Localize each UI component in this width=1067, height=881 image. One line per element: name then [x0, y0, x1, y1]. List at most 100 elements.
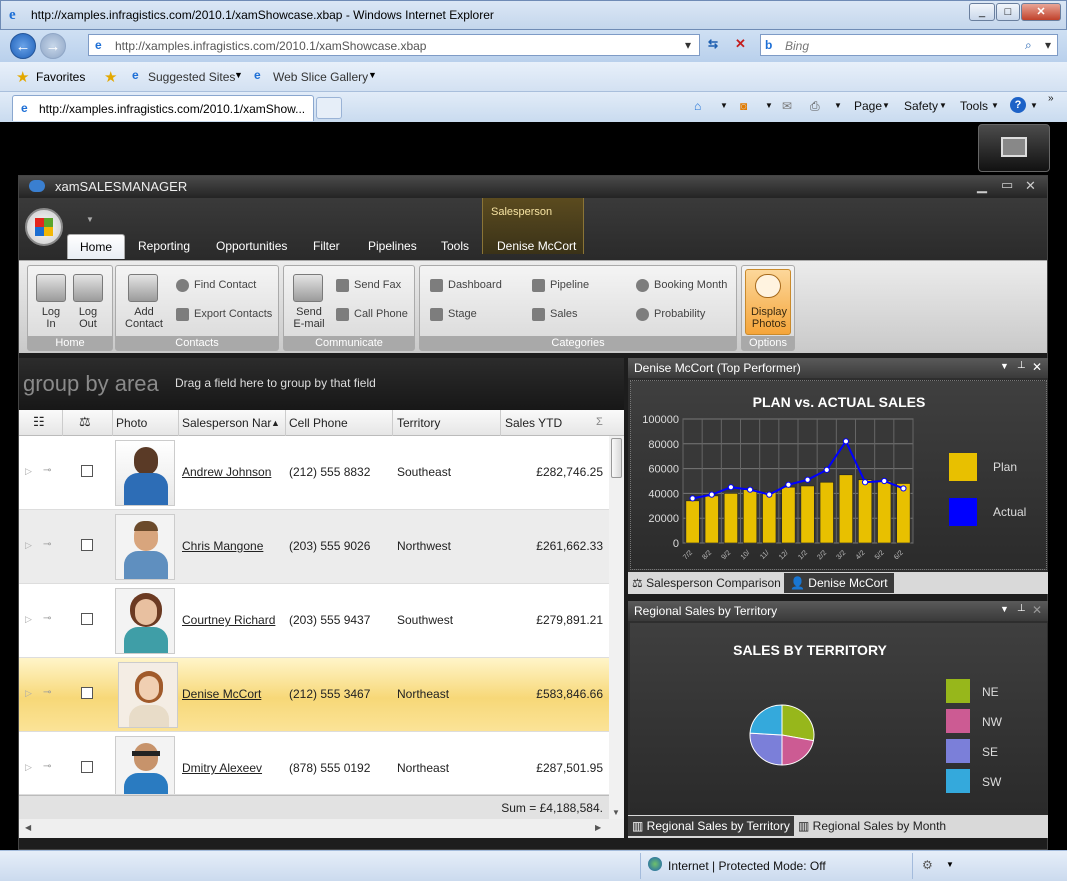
app-minimize-button[interactable]: ▁	[977, 178, 987, 194]
sales-button[interactable]: Sales	[550, 308, 578, 320]
stop-icon[interactable]: ✕	[735, 36, 746, 52]
scroll-right-icon[interactable]: ▶	[595, 823, 601, 832]
logout-icon[interactable]	[73, 274, 103, 302]
scroll-down-icon[interactable]: ▼	[612, 808, 620, 817]
search-dropdown-icon[interactable]: ▾	[1045, 38, 1051, 52]
ribbon-tab-reporting[interactable]: Reporting	[138, 239, 190, 253]
row-expander-icon[interactable]: ▷	[25, 614, 32, 625]
call-phone-button[interactable]: Call Phone	[354, 308, 408, 320]
row-select-checkbox[interactable]	[81, 539, 93, 551]
send-fax-button[interactable]: Send Fax	[354, 279, 401, 291]
overflow-chevron-icon[interactable]: »	[1048, 93, 1054, 104]
favorites-button[interactable]: Favorites	[36, 70, 85, 84]
salesperson-name-link[interactable]: Chris Mangone	[182, 539, 263, 553]
login-button[interactable]: Log In	[34, 306, 68, 330]
column-header-sales-ytd[interactable]: Sales YTD	[505, 416, 562, 430]
add-contact-icon[interactable]	[128, 274, 158, 302]
row-select-checkbox[interactable]	[81, 465, 93, 477]
close-button[interactable]: ✕	[1021, 3, 1061, 21]
export-contacts-button[interactable]: Export Contacts	[194, 308, 272, 320]
column-header-territory[interactable]: Territory	[397, 416, 440, 430]
new-tab-button[interactable]	[316, 97, 342, 119]
ribbon-tab-opportunities[interactable]: Opportunities	[216, 239, 287, 253]
app-maximize-button[interactable]: ▭	[1001, 177, 1013, 193]
maximize-button[interactable]: □	[996, 3, 1020, 21]
suggested-sites-dropdown-icon[interactable]: ▼	[234, 70, 243, 80]
column-header-salesperson[interactable]: Salesperson Nar	[182, 416, 271, 430]
read-mail-icon[interactable]: ✉	[782, 99, 792, 113]
application-menu-button[interactable]	[25, 208, 63, 246]
stage-button[interactable]: Stage	[448, 308, 477, 320]
row-pin-icon[interactable]: ⊸	[43, 613, 51, 624]
column-header-cell-phone[interactable]: Cell Phone	[289, 416, 348, 430]
forward-button[interactable]: →	[40, 33, 66, 59]
row-pin-icon[interactable]: ⊸	[43, 761, 51, 772]
salesperson-name-link[interactable]: Denise McCort	[182, 687, 261, 701]
url-field[interactable]: e http://xamples.infragistics.com/2010.1…	[88, 34, 700, 56]
group-by-area[interactable]: group by area Drag a field here to group…	[19, 358, 624, 410]
column-header-photo[interactable]: Photo	[116, 416, 147, 430]
rss-icon[interactable]: ◙	[740, 99, 747, 113]
row-pin-icon[interactable]: ⊸	[43, 539, 51, 550]
help-dropdown-icon[interactable]: ▼	[1030, 101, 1038, 110]
table-row[interactable]: ▷ ⊸ Courtney Richard (203) 555 9437 Sout…	[19, 584, 609, 658]
row-select-checkbox[interactable]	[81, 761, 93, 773]
page-menu[interactable]: Page	[854, 99, 882, 113]
scroll-left-icon[interactable]: ◀	[25, 823, 31, 832]
email-icon[interactable]	[293, 274, 323, 302]
row-select-checkbox[interactable]	[81, 687, 93, 699]
panel-close-icon[interactable]: ✕	[1032, 360, 1042, 374]
row-expander-icon[interactable]: ▷	[25, 540, 32, 551]
tab-salesperson-comparison[interactable]: ⚖ Salesperson Comparison	[632, 576, 781, 590]
field-chooser-icon[interactable]: ☷	[33, 414, 45, 430]
rss-dropdown-icon[interactable]: ▼	[765, 101, 773, 110]
refresh-icon[interactable]: ⇆	[708, 37, 718, 51]
logout-button[interactable]: Log Out	[71, 306, 105, 330]
panel-pin-icon[interactable]: ⊥	[1017, 603, 1026, 614]
summary-sigma-icon[interactable]: Σ	[596, 416, 603, 428]
row-pin-icon[interactable]: ⊸	[43, 687, 51, 698]
panel-pin-icon[interactable]: ⊥	[1017, 360, 1026, 371]
probability-button[interactable]: Probability	[654, 308, 705, 320]
url-dropdown-icon[interactable]: ▾	[685, 38, 691, 52]
ribbon-tab-denise-mccort[interactable]: Denise McCort	[497, 239, 576, 253]
dashboard-button[interactable]: Dashboard	[448, 279, 502, 291]
fullscreen-button[interactable]	[978, 124, 1050, 172]
vertical-scrollbar[interactable]: ▼	[609, 436, 624, 819]
search-icon[interactable]: ⌕	[1025, 38, 1032, 53]
scrollbar-thumb[interactable]	[611, 438, 622, 478]
table-row[interactable]: ▷ ⊸ Andrew Johnson (212) 555 8832 Southe…	[19, 436, 609, 510]
tools-menu[interactable]: Tools	[960, 99, 988, 113]
print-icon[interactable]: ⎙	[810, 99, 820, 114]
tab-regional-by-territory[interactable]: ▥ Regional Sales by Territory	[628, 816, 794, 836]
browser-tab[interactable]: e http://xamples.infragistics.com/2010.1…	[12, 95, 314, 121]
row-expander-icon[interactable]: ▷	[25, 688, 32, 699]
print-dropdown-icon[interactable]: ▼	[834, 101, 842, 110]
add-contact-button[interactable]: Add Contact	[120, 306, 168, 330]
web-slice-gallery-link[interactable]: Web Slice Gallery	[273, 70, 368, 84]
zoom-icon[interactable]: ⚙	[922, 858, 933, 872]
safety-menu[interactable]: Safety	[904, 99, 938, 113]
salesperson-name-link[interactable]: Andrew Johnson	[182, 465, 271, 479]
table-row-selected[interactable]: ▷ ⊸ Denise McCort (212) 555 3467 Northea…	[19, 658, 609, 732]
salesperson-name-link[interactable]: Dmitry Alexeev	[182, 761, 262, 775]
ribbon-tab-tools[interactable]: Tools	[441, 239, 469, 253]
compare-scale-icon[interactable]: ⚖	[79, 414, 91, 430]
panel-close-icon[interactable]: ✕	[1032, 603, 1042, 617]
login-icon[interactable]	[36, 274, 66, 302]
security-zone-text[interactable]: Internet | Protected Mode: Off	[668, 859, 826, 873]
add-favorite-icon[interactable]: ★	[104, 68, 117, 86]
pipeline-button[interactable]: Pipeline	[550, 279, 589, 291]
booking-month-button[interactable]: Booking Month	[654, 279, 727, 291]
search-field[interactable]: b Bing ⌕ ▾	[760, 34, 1058, 56]
home-dropdown-icon[interactable]: ▼	[720, 101, 728, 110]
table-row[interactable]: ▷ ⊸ Dmitry Alexeev (878) 555 0192 Northe…	[19, 732, 609, 795]
row-expander-icon[interactable]: ▷	[25, 762, 32, 773]
help-icon[interactable]: ?	[1010, 97, 1026, 113]
display-photos-toggle[interactable]: Display Photos	[745, 269, 791, 335]
suggested-sites-link[interactable]: Suggested Sites	[148, 70, 235, 84]
row-expander-icon[interactable]: ▷	[25, 466, 32, 477]
home-icon[interactable]: ⌂	[694, 99, 701, 113]
ribbon-tab-home[interactable]: Home	[67, 234, 126, 259]
back-button[interactable]: ←	[10, 33, 36, 59]
